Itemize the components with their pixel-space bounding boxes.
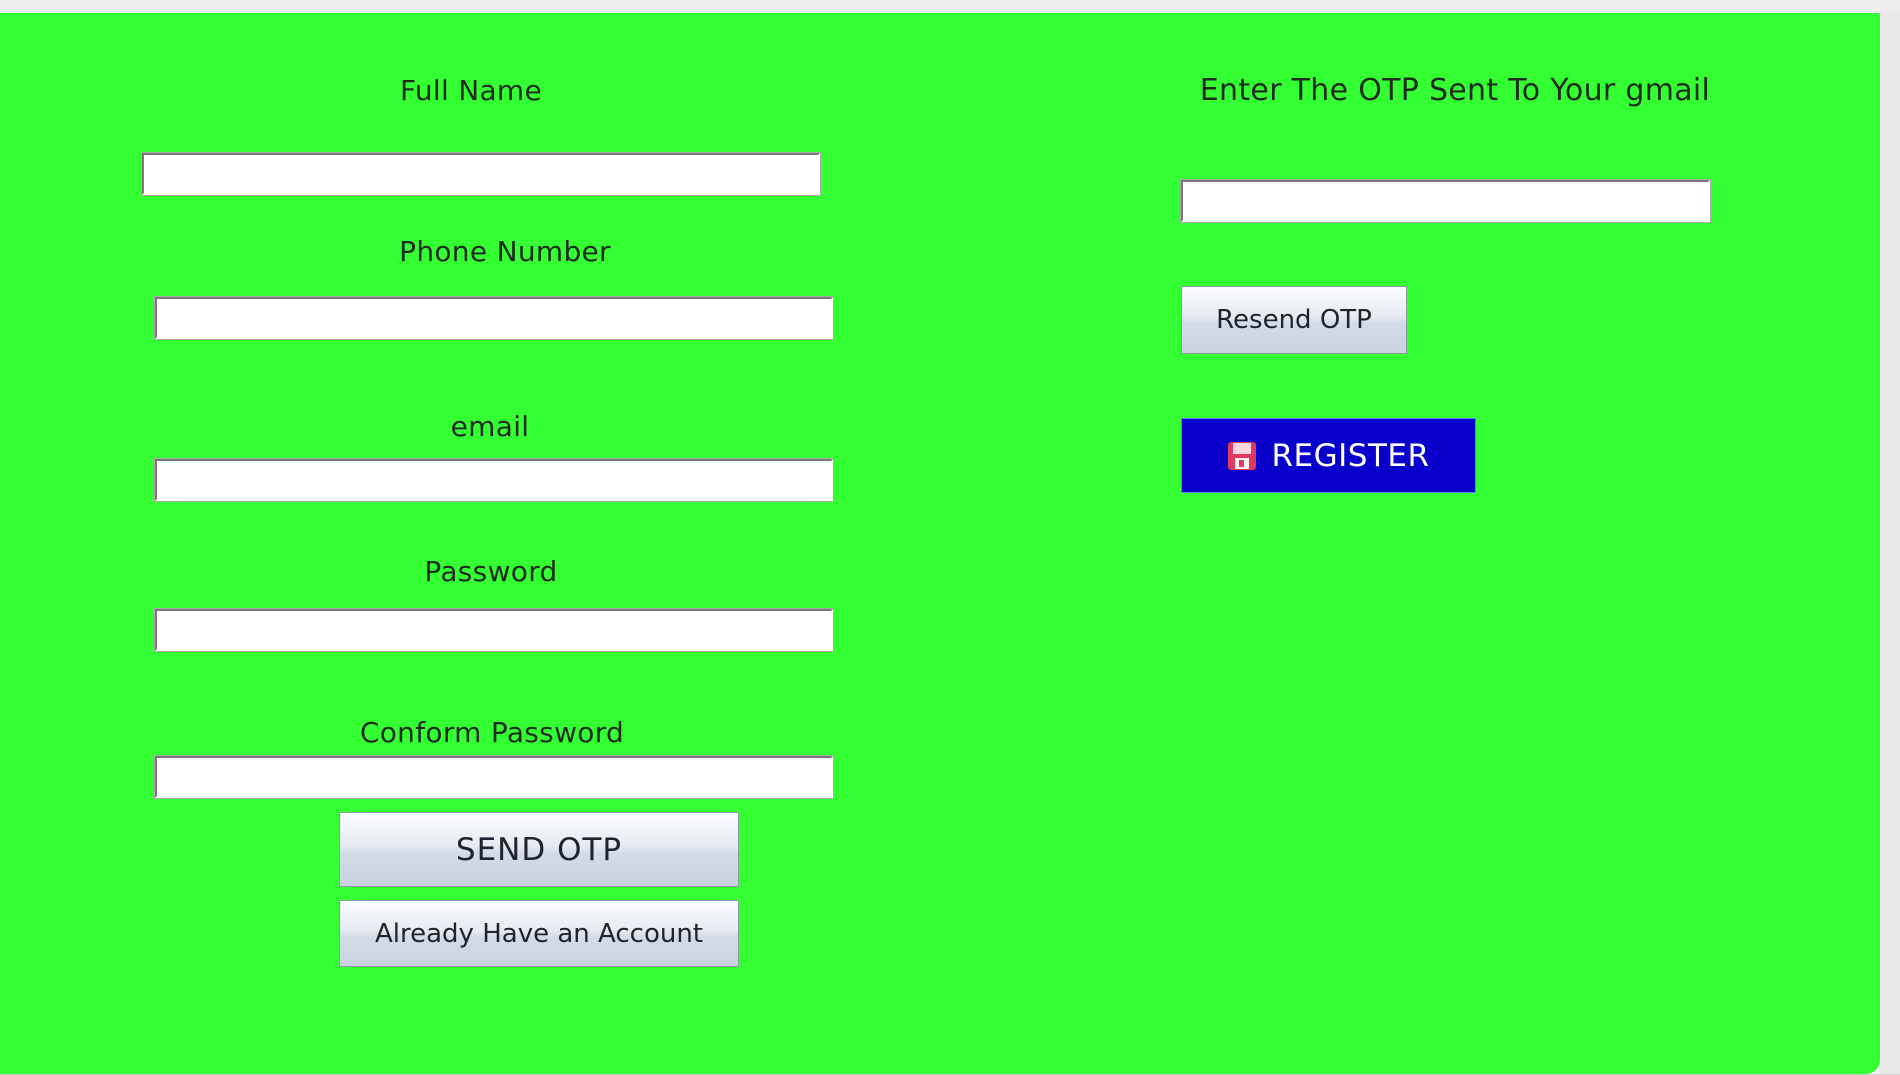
registration-panel: Full Name Phone Number email Password Co… bbox=[0, 13, 1880, 1074]
password-field[interactable] bbox=[155, 609, 833, 651]
email-field[interactable] bbox=[155, 459, 833, 501]
confirm-password-label: Conform Password bbox=[359, 716, 625, 749]
send-otp-label: SEND OTP bbox=[455, 831, 623, 868]
already-have-account-label: Already Have an Account bbox=[375, 918, 703, 949]
otp-instruction-label: Enter The OTP Sent To Your gmail bbox=[1199, 73, 1711, 108]
full-name-label: Full Name bbox=[399, 74, 543, 107]
resend-otp-label: Resend OTP bbox=[1216, 305, 1372, 335]
already-have-account-button[interactable]: Already Have an Account bbox=[339, 900, 739, 967]
email-label: email bbox=[450, 410, 530, 443]
otp-field[interactable] bbox=[1181, 180, 1710, 222]
window-right-edge bbox=[1880, 13, 1900, 1075]
phone-number-label: Phone Number bbox=[399, 235, 611, 268]
send-otp-button[interactable]: SEND OTP bbox=[339, 812, 739, 887]
registration-window: Full Name Phone Number email Password Co… bbox=[0, 13, 1900, 1075]
register-label: REGISTER bbox=[1271, 437, 1430, 474]
save-icon bbox=[1227, 441, 1257, 471]
resend-otp-button[interactable]: Resend OTP bbox=[1181, 286, 1407, 354]
full-name-field[interactable] bbox=[142, 153, 820, 195]
password-label: Password bbox=[424, 555, 558, 588]
register-button[interactable]: REGISTER bbox=[1181, 418, 1476, 493]
window-top-strip bbox=[0, 0, 1900, 13]
confirm-password-field[interactable] bbox=[155, 756, 833, 798]
phone-number-field[interactable] bbox=[155, 297, 833, 339]
